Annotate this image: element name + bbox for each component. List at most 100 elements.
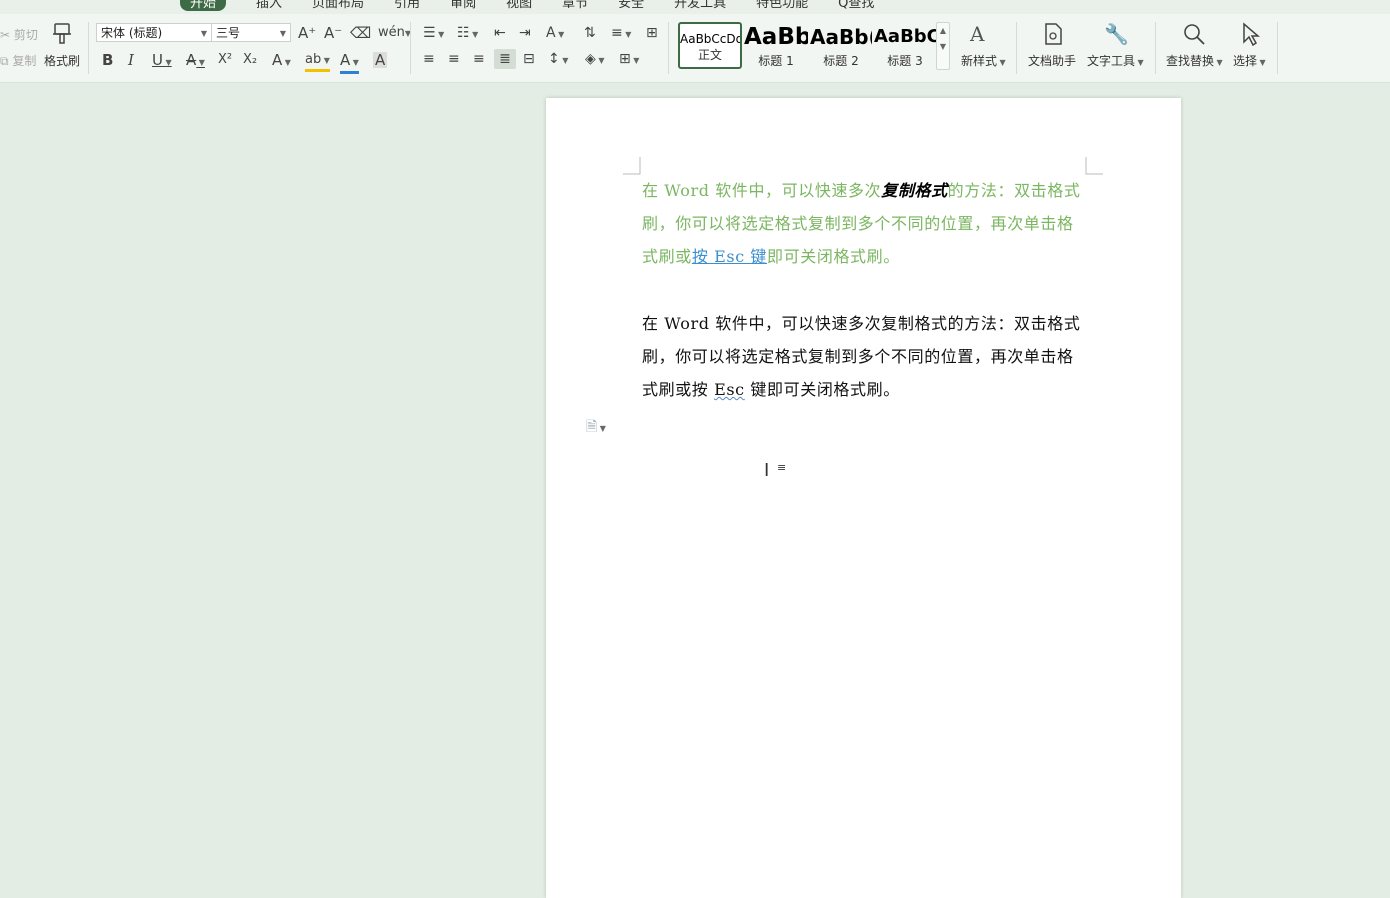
chevron-down-icon: ▼: [321, 56, 330, 65]
text-run: 即可关闭格式刷。: [767, 247, 900, 266]
bold-button[interactable]: B: [102, 52, 113, 68]
font-size-value: 三号: [216, 26, 241, 40]
style-normal[interactable]: AaBbCcDd 正文: [678, 22, 742, 69]
underline-label: U: [152, 51, 163, 69]
sort-icon[interactable]: ⇅: [584, 26, 596, 40]
tab-view[interactable]: 视图: [506, 0, 532, 11]
styles-gallery: AaBbCcDd 正文 AaBb 标题 1 AaBb( 标题 2 AaBbC( …: [678, 22, 950, 70]
clear-format-icon[interactable]: ⌫: [350, 25, 371, 41]
superscript-button[interactable]: X²: [218, 52, 232, 68]
table-layout-icon[interactable]: ⊞: [646, 26, 658, 40]
divider: [1155, 22, 1156, 74]
doc-assistant-button[interactable]: 文档助手: [1026, 20, 1080, 72]
font-size-select[interactable]: 三号 ▼: [211, 23, 291, 42]
tab-features[interactable]: 特色功能: [756, 0, 808, 11]
paragraph-1[interactable]: 在 Word 软件中，可以快速多次复制格式的方法：双击格式刷，你可以将选定格式复…: [642, 174, 1088, 273]
highlight-label: ab: [305, 52, 322, 67]
doc-assistant-label: 文档助手: [1028, 54, 1077, 68]
char-shading-button[interactable]: A: [373, 52, 388, 68]
style-heading-1[interactable]: AaBb 标题 1: [744, 22, 808, 69]
chevron-down-icon: ▼: [200, 29, 207, 38]
tab-chapter[interactable]: 章节: [562, 0, 588, 11]
pinyin-guide-icon[interactable]: wén▼: [378, 25, 411, 42]
grow-font-icon[interactable]: A⁺: [298, 25, 316, 41]
ribbon: ✂ 剪切 ⧉ 复制 格式刷 宋体 (标题) ▼ 三号 ▼ A⁺ A⁻ ⌫ wén▼ …: [0, 14, 1390, 83]
cut-button[interactable]: ✂ 剪切: [0, 26, 38, 43]
line-spacing-icon[interactable]: ↕ ▼: [548, 52, 568, 68]
style-label: 标题 2: [823, 54, 859, 68]
justify-icon[interactable]: ≣: [494, 49, 516, 69]
tab-review[interactable]: 审阅: [450, 0, 476, 11]
text-tools-button[interactable]: 🔧 文字工具 ▼: [1086, 20, 1146, 72]
text-cursor-icon: I: [764, 460, 770, 481]
chevron-down-icon: ▼: [196, 58, 205, 67]
italic-button[interactable]: I: [128, 52, 134, 68]
tab-security[interactable]: 安全: [618, 0, 644, 11]
style-sample: AaBb(: [810, 25, 872, 49]
chevron-down-icon: ▼: [282, 58, 291, 67]
underline-button[interactable]: U ▼: [152, 52, 172, 71]
paragraph-2[interactable]: 在 Word 软件中，可以快速多次复制格式的方法：双击格式刷，你可以将选定格式复…: [642, 307, 1088, 406]
tab-developer[interactable]: 开发工具: [674, 0, 726, 11]
tab-home[interactable]: 开始: [180, 0, 227, 11]
show-marks-icon[interactable]: ≡ ▼: [611, 26, 631, 42]
format-painter-cursor-icon: ≡: [777, 461, 787, 474]
new-style-button[interactable]: A 新样式 ▼: [958, 20, 1008, 72]
decrease-indent-icon[interactable]: ⇤: [494, 26, 506, 40]
text-run-bold-italic: 复制格式: [881, 181, 948, 200]
shading-icon[interactable]: ◈ ▼: [585, 52, 604, 68]
borders-icon[interactable]: ⊞ ▼: [619, 52, 639, 68]
select-button[interactable]: 选择 ▼: [1232, 20, 1272, 72]
paste-options-icon[interactable]: 🗎 ▼: [586, 416, 606, 440]
style-heading-3[interactable]: AaBbC( 标题 3: [874, 22, 936, 69]
copy-icon: ⧉: [0, 54, 9, 68]
chevron-down-icon[interactable]: ▼: [937, 39, 949, 55]
bullet-list-icon[interactable]: ☰ ▼: [423, 26, 444, 42]
font-family-select[interactable]: 宋体 (标题) ▼: [96, 23, 212, 42]
font-color-button[interactable]: A ▼: [340, 52, 359, 74]
cut-label: 剪切: [13, 28, 38, 42]
highlight-button[interactable]: ab ▼: [305, 52, 330, 72]
text-tools-label: 文字工具 ▼: [1087, 54, 1144, 68]
numbered-list-icon[interactable]: ☷ ▼: [457, 26, 478, 42]
wrench-icon: 🔧: [1104, 22, 1129, 46]
style-label: 标题 1: [758, 54, 794, 68]
strikethrough-button[interactable]: A ▼: [186, 52, 205, 71]
new-style-label: 新样式 ▼: [961, 54, 1006, 68]
tab-list: 开始 插入 页面布局 引用 审阅 视图 章节 安全 开发工具 特色功能 Q查找: [0, 0, 904, 11]
text-run-spellcheck: Esc: [714, 380, 745, 399]
chevron-up-icon[interactable]: ▲: [937, 23, 949, 39]
strike-label: A: [186, 51, 197, 69]
align-right-icon[interactable]: ≡: [473, 52, 485, 66]
tab-references[interactable]: 引用: [394, 0, 420, 11]
divider: [668, 22, 669, 74]
tab-page-layout[interactable]: 页面布局: [312, 0, 364, 11]
new-style-icon: A: [970, 22, 985, 46]
tab-insert[interactable]: 插入: [256, 0, 282, 11]
format-painter-button[interactable]: 格式刷: [42, 20, 82, 72]
effects-label: A: [272, 51, 283, 69]
text-effects-button[interactable]: A ▼: [272, 52, 291, 71]
shrink-font-icon[interactable]: A⁻: [324, 25, 342, 41]
document-page[interactable]: 在 Word 软件中，可以快速多次复制格式的方法：双击格式刷，你可以将选定格式复…: [546, 98, 1181, 898]
styles-gallery-scroll[interactable]: ▲ ▼: [936, 22, 950, 70]
tab-search[interactable]: Q查找: [838, 0, 874, 11]
format-painter-label: 格式刷: [44, 54, 81, 68]
style-label: 标题 3: [887, 54, 923, 68]
divider: [1277, 22, 1278, 74]
distributed-align-icon[interactable]: ⊟: [523, 52, 535, 66]
pointer-icon: [1243, 22, 1260, 46]
chevron-down-icon: ▼: [279, 29, 286, 38]
doc-assistant-icon: [1045, 23, 1062, 45]
copy-button[interactable]: ⧉ 复制: [0, 52, 36, 69]
style-label: 正文: [697, 48, 722, 62]
increase-indent-icon[interactable]: ⇥: [519, 26, 531, 40]
divider: [1016, 22, 1017, 74]
style-heading-2[interactable]: AaBb( 标题 2: [810, 22, 872, 69]
text-direction-icon[interactable]: A ▼: [546, 26, 564, 42]
find-replace-button[interactable]: 查找替换 ▼: [1164, 20, 1224, 72]
align-center-icon[interactable]: ≡: [448, 52, 460, 66]
align-left-icon[interactable]: ≡: [423, 52, 435, 66]
subscript-button[interactable]: X₂: [243, 52, 257, 68]
chevron-down-icon: ▼: [350, 58, 359, 67]
